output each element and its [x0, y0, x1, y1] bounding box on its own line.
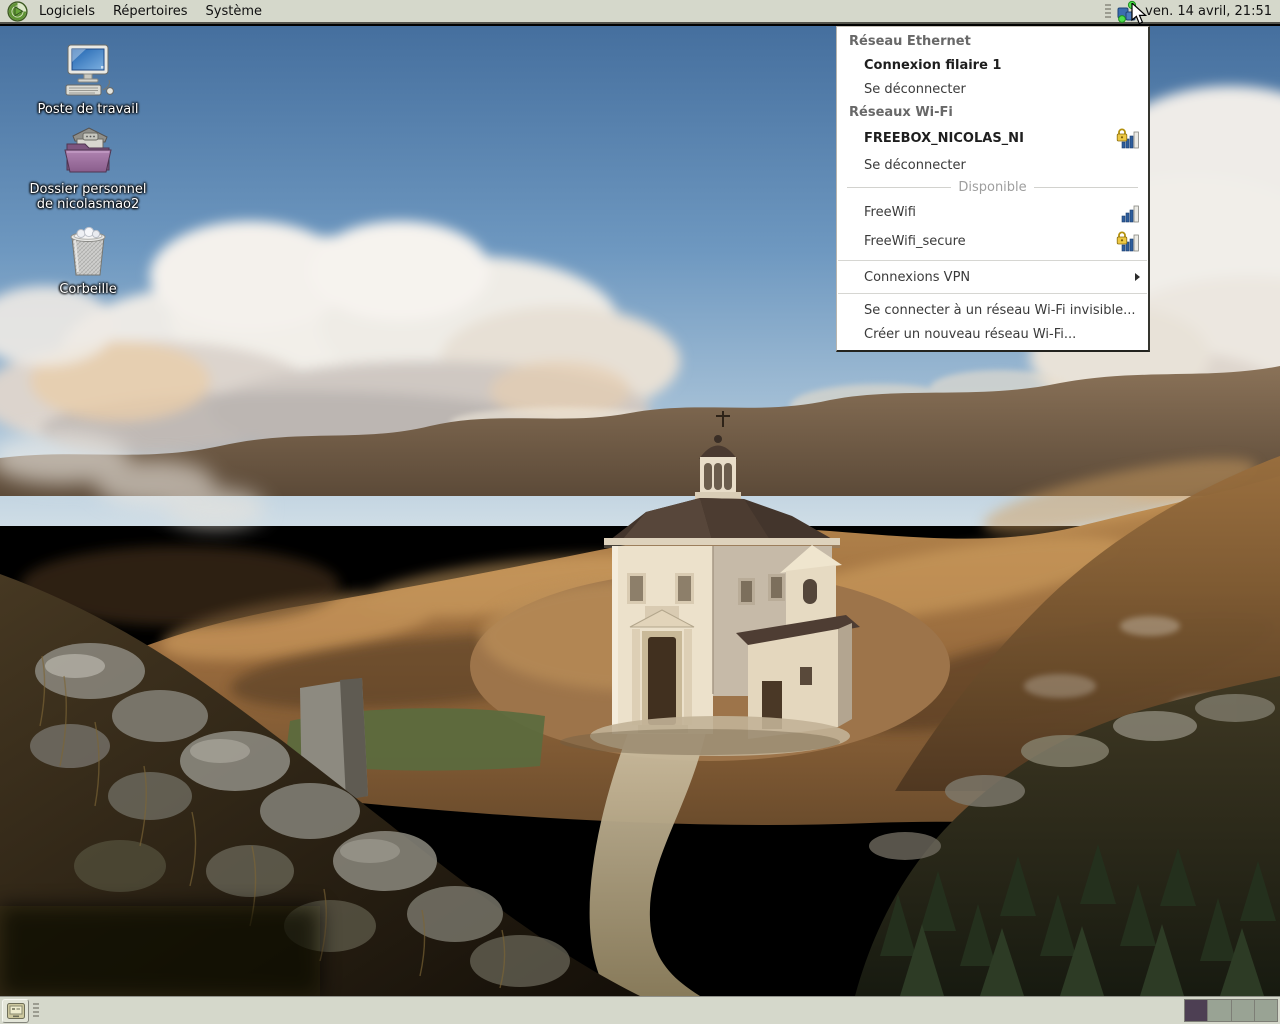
menu-item-wifi-freebox[interactable]: FREEBOX_NICOLAS_NI	[837, 124, 1148, 153]
applications-menu-button[interactable]	[4, 0, 30, 22]
computer-icon	[65, 44, 114, 96]
workspace-cell-4[interactable]	[1254, 1000, 1277, 1021]
applet-drag-handle[interactable]	[1105, 3, 1112, 19]
menu-system[interactable]: Système	[197, 1, 271, 22]
network-manager-menu: Réseau Ethernet Connexion filaire 1 Se d…	[836, 26, 1150, 352]
gnome-desktop-screen: Poste de travail Dossier personnel de ni…	[0, 0, 1280, 1024]
desktop-icon-label: Dossier personnel de nicolasmao2	[29, 182, 147, 212]
menu-item-connect-hidden-wifi[interactable]: Se connecter à un réseau Wi-Fi invisible…	[837, 298, 1148, 322]
show-desktop-button[interactable]	[2, 998, 29, 1023]
menu-section-wifi: Réseaux Wi-Fi	[849, 105, 953, 120]
wifi-signal-icon	[1121, 205, 1139, 223]
menu-item-wifi-freewifi-secure[interactable]: FreeWifi_secure	[837, 227, 1148, 256]
menu-item-disconnect-wifi[interactable]: Se déconnecter	[837, 153, 1148, 177]
applet-drag-handle[interactable]	[33, 1003, 39, 1018]
bottom-panel	[0, 996, 1280, 1024]
desktop-icon-label: Corbeille	[59, 282, 117, 297]
workspace-cell-3[interactable]	[1231, 1000, 1255, 1021]
menu-item-vpn-connections[interactable]: Connexions VPN	[837, 265, 1148, 289]
show-desktop-icon	[6, 1002, 25, 1019]
mouse-cursor-icon	[1131, 1, 1151, 29]
wifi-signal-lock-icon	[1116, 128, 1139, 149]
menu-item-wired-connection[interactable]: Connexion filaire 1	[837, 53, 1148, 77]
desktop-icon-home-folder[interactable]: Dossier personnel de nicolasmao2	[28, 124, 148, 212]
home-folder-icon	[64, 127, 112, 173]
menu-applications[interactable]: Logiciels	[30, 1, 104, 22]
submenu-arrow-icon	[1135, 273, 1140, 281]
distro-logo-icon	[6, 0, 28, 22]
menu-item-wifi-freewifi[interactable]: FreeWifi	[837, 198, 1148, 227]
workspace-switcher	[1184, 999, 1278, 1022]
trash-icon	[70, 226, 106, 276]
desktop-icon-label: Poste de travail	[37, 102, 139, 117]
wifi-signal-lock-icon	[1116, 231, 1139, 252]
desktop-icon-trash[interactable]: Corbeille	[28, 226, 148, 297]
top-panel: Logiciels Répertoires Système ven. 14 av…	[0, 0, 1280, 24]
menu-item-disconnect-wired[interactable]: Se déconnecter	[837, 77, 1148, 101]
menu-section-ethernet: Réseau Ethernet	[849, 34, 971, 49]
desktop-icon-computer[interactable]: Poste de travail	[28, 44, 148, 117]
menu-separator	[838, 293, 1147, 294]
menu-places[interactable]: Répertoires	[104, 1, 197, 22]
menu-available-separator: Disponible	[837, 177, 1148, 198]
menu-separator	[838, 260, 1147, 261]
workspace-cell-2[interactable]	[1208, 1000, 1232, 1021]
workspace-cell-1[interactable]	[1185, 1000, 1209, 1021]
menu-item-create-new-wifi[interactable]: Créer un nouveau réseau Wi-Fi...	[837, 322, 1148, 346]
clock-applet[interactable]: ven. 14 avril, 21:51	[1139, 4, 1280, 19]
desktop-area[interactable]: Poste de travail Dossier personnel de ni…	[0, 26, 1280, 996]
